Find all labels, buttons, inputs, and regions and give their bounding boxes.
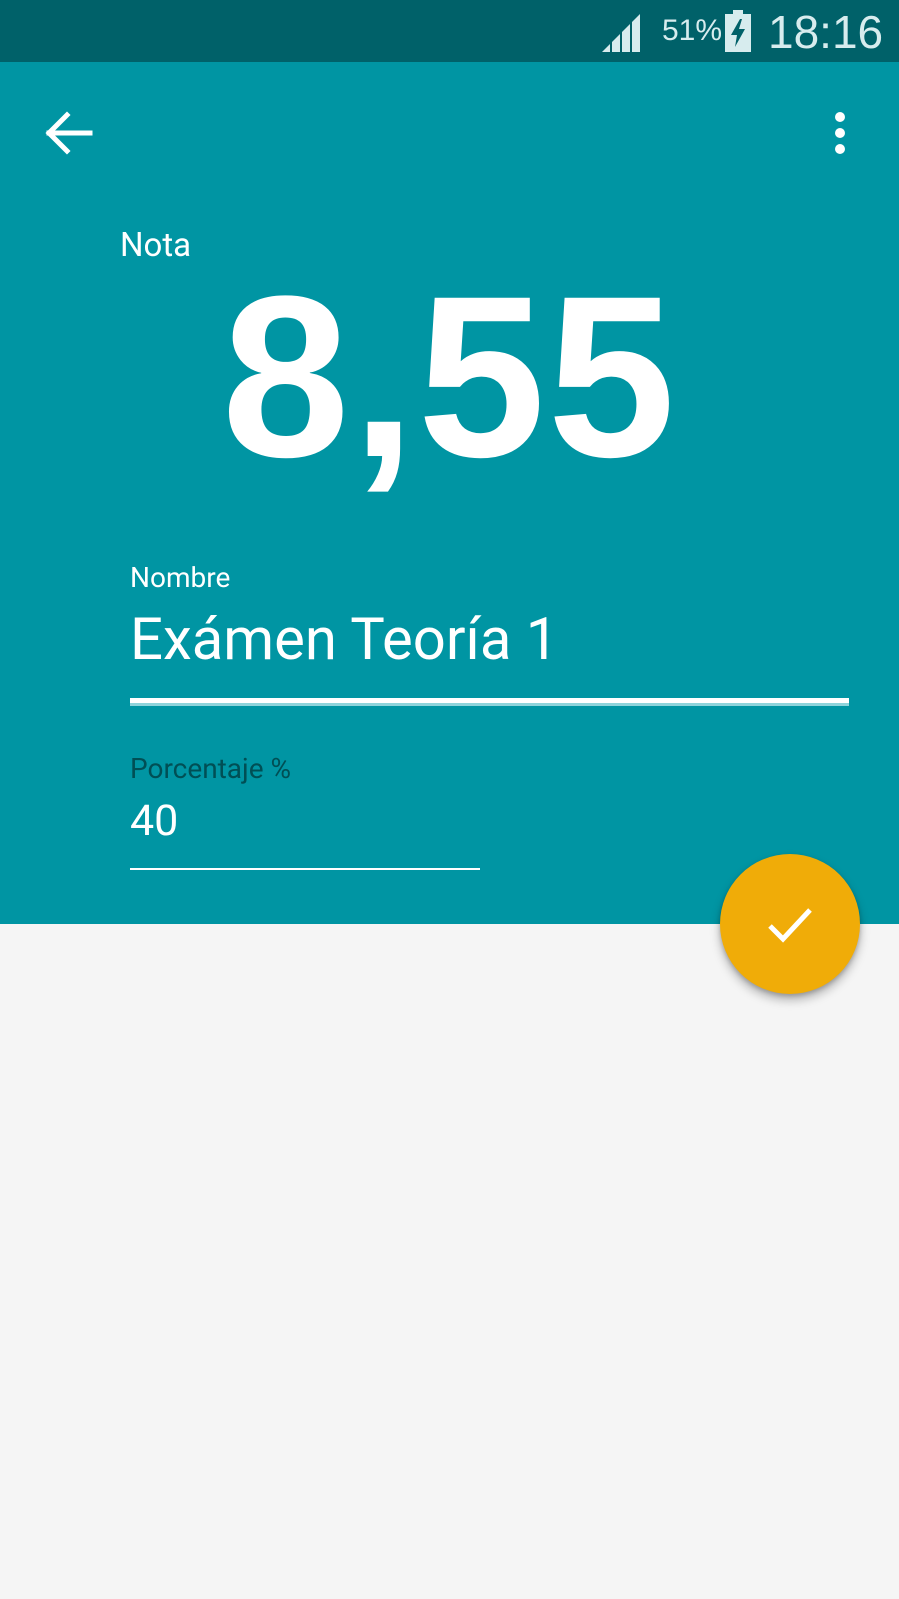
battery-charging-icon: [725, 10, 751, 52]
name-field-underline: [130, 698, 849, 703]
back-button[interactable]: [40, 103, 100, 163]
more-options-button[interactable]: [818, 103, 862, 163]
more-vert-icon: [835, 112, 845, 154]
content-area: [0, 924, 899, 1599]
percentage-field-underline: [130, 868, 480, 870]
percentage-field[interactable]: 40: [130, 796, 178, 846]
percentage-field-label: Porcentaje %: [130, 752, 292, 785]
check-icon: [768, 908, 812, 943]
grade-label: Nota: [120, 226, 192, 265]
save-fab-button[interactable]: [720, 854, 860, 994]
status-time: 18:16: [768, 6, 884, 58]
name-field-label: Nombre: [130, 561, 231, 594]
arrow-back-icon: [45, 111, 93, 155]
grade-value: 8,55: [221, 248, 678, 505]
battery-percentage: 51%: [662, 14, 723, 47]
status-bar: 51% 18:16: [0, 0, 899, 62]
cell-signal-icon: [602, 14, 640, 52]
name-field[interactable]: Exámen Teoría 1: [130, 606, 558, 674]
